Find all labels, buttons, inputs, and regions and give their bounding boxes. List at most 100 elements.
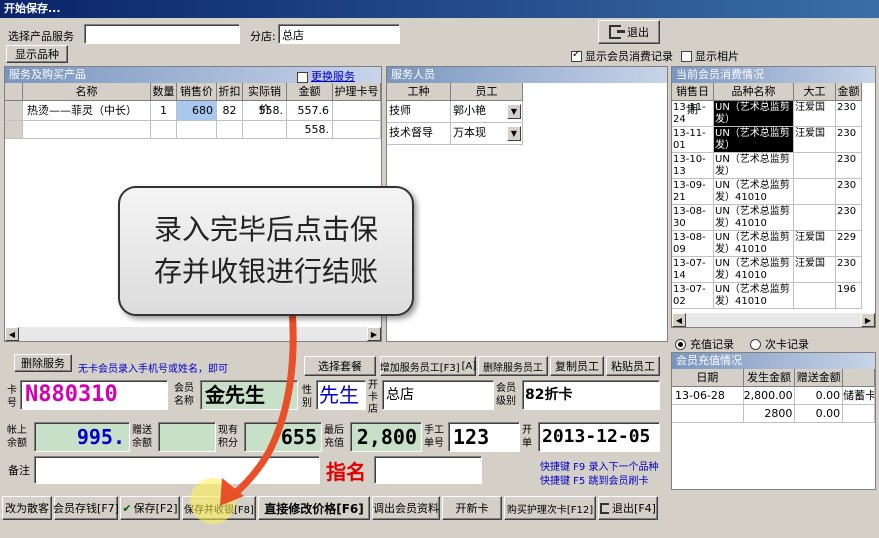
select-package-button[interactable]: 选择套餐 bbox=[304, 356, 376, 376]
radio-unselected-icon[interactable] bbox=[750, 338, 761, 350]
delete-staff-button[interactable]: 删除服务员工 bbox=[478, 356, 548, 376]
table-row[interactable]: 13-11-01 UN（艺术总监剪发） 汪爱国 230 bbox=[672, 127, 875, 153]
cell-amount[interactable]: 557.6 bbox=[287, 101, 333, 121]
radio-selected-icon[interactable] bbox=[675, 338, 686, 350]
balance-field[interactable]: 995. bbox=[34, 422, 130, 452]
col-amount[interactable]: 金额 bbox=[287, 83, 333, 101]
table-row[interactable]: 558. bbox=[5, 121, 381, 139]
cell-amount: 230 bbox=[836, 127, 862, 153]
history-header: 当前会员消费情况 bbox=[672, 67, 875, 83]
history-hscroll[interactable]: ◀ ▶ bbox=[672, 313, 875, 327]
gender-field[interactable]: 先生 bbox=[316, 380, 366, 410]
col-actual-price[interactable]: 实际销价 bbox=[243, 83, 287, 116]
staff-select[interactable]: 郭小艳 ▼ bbox=[451, 101, 523, 123]
cell-item: UN（艺术总监剪发） bbox=[714, 127, 794, 153]
cell-actual[interactable]: 558. bbox=[243, 101, 287, 121]
cell-name[interactable]: 热烫——菲灵（中长） bbox=[23, 101, 151, 121]
branch-input[interactable]: 总店 bbox=[278, 24, 400, 44]
col-date[interactable]: 销售日期 bbox=[672, 83, 714, 116]
checkbox-unchecked-icon[interactable] bbox=[297, 71, 308, 83]
product-input[interactable] bbox=[84, 24, 240, 44]
col-item[interactable]: 品种名称 bbox=[714, 83, 794, 101]
designate-field[interactable] bbox=[374, 456, 482, 484]
services-header-label: 服务及购买产品 bbox=[9, 68, 86, 81]
cell-amount: 2,800.00 bbox=[743, 387, 796, 405]
cell-qty bbox=[151, 121, 177, 139]
scroll-right-icon[interactable]: ▶ bbox=[861, 313, 875, 327]
services-hscroll[interactable]: ◀ ▶ bbox=[5, 327, 381, 341]
cell-qty[interactable]: 1 bbox=[151, 101, 177, 121]
dropdown-arrow-icon[interactable]: ▼ bbox=[507, 104, 521, 119]
last-recharge-field[interactable]: 2,800 bbox=[350, 422, 422, 452]
show-photos-label: 显示相片 bbox=[695, 50, 739, 63]
buy-care-card-button[interactable]: 购买护理次卡[F12] bbox=[504, 496, 596, 520]
new-card-button[interactable]: 开新卡 bbox=[442, 496, 502, 520]
staff-select[interactable]: 万本现 ▼ bbox=[451, 123, 523, 145]
balance-label: 帐上余额 bbox=[7, 425, 27, 449]
member-deposit-button[interactable]: 会员存钱[F7] bbox=[53, 496, 119, 520]
show-photos-toggle[interactable]: 显示相片 bbox=[681, 48, 739, 64]
card-number-field[interactable]: N880310 bbox=[20, 380, 168, 410]
table-row[interactable]: 热烫——菲灵（中长） 1 680 82 558. 557.6 bbox=[5, 101, 381, 121]
member-level-label: 会员级别 bbox=[496, 383, 516, 407]
dropdown-arrow-icon[interactable]: ▼ bbox=[507, 126, 521, 141]
load-member-button[interactable]: 调出会员资料 bbox=[372, 496, 440, 520]
table-row[interactable]: 技师 郭小艳 ▼ bbox=[387, 101, 667, 123]
scroll-left-icon[interactable]: ◀ bbox=[5, 327, 19, 341]
copy-staff-button[interactable]: 复制员工 bbox=[550, 356, 604, 376]
cell-discount[interactable]: 82 bbox=[217, 101, 243, 121]
table-row[interactable]: 13-11-24 UN（艺术总监剪发） 汪爱国 230 bbox=[672, 101, 875, 127]
col-discount[interactable]: 折扣 bbox=[217, 83, 243, 101]
col-qty[interactable]: 数量 bbox=[151, 83, 177, 101]
table-row[interactable]: 13-06-28 2,800.00 0.00 储蓄卡 bbox=[672, 387, 875, 405]
cell-care[interactable] bbox=[333, 101, 381, 121]
paste-staff-button[interactable]: 粘贴员工 bbox=[606, 356, 660, 376]
cell-worker: 汪爱国 bbox=[794, 101, 836, 127]
recharge-record-label: 充值记录 bbox=[690, 338, 734, 351]
cell-total: 558. bbox=[287, 121, 333, 139]
table-row[interactable]: 13-08-30 UN（艺术总监剪发）41010 230 bbox=[672, 205, 875, 231]
col-staff[interactable]: 员工 bbox=[451, 83, 523, 101]
checkbox-checked-icon[interactable] bbox=[571, 49, 582, 62]
walkin-button[interactable]: 改为散客 bbox=[2, 496, 52, 520]
history-grid-header: 销售日期 品种名称 大工 金额 bbox=[672, 83, 875, 116]
col-gift[interactable]: 赠送金额 bbox=[795, 369, 844, 387]
staff-header: 服务人员 bbox=[387, 67, 667, 83]
show-member-consumption-toggle[interactable]: 显示会员消费记录 bbox=[571, 48, 673, 64]
col-worker[interactable]: 大工 bbox=[794, 83, 836, 101]
col-date[interactable]: 日期 bbox=[672, 369, 744, 387]
cell-date: 13-11-01 bbox=[672, 127, 714, 153]
delete-service-button[interactable]: 删除服务 bbox=[14, 354, 72, 372]
recharge-record-radio[interactable]: 充值记录 bbox=[675, 336, 734, 352]
cell-price[interactable]: 680 bbox=[177, 101, 217, 121]
change-service-toggle[interactable]: 更换服务 bbox=[297, 69, 355, 85]
member-level-field[interactable]: 82折卡 bbox=[522, 380, 660, 410]
recharge-header: 会员充值情况 bbox=[672, 353, 875, 369]
table-row[interactable]: 2800 0.00 bbox=[672, 405, 875, 423]
checkbox-unchecked-icon[interactable] bbox=[681, 50, 692, 62]
col-amount[interactable]: 金额 bbox=[836, 83, 862, 101]
open-date-field[interactable]: 2013-12-05 bbox=[538, 422, 660, 452]
exit-top-button[interactable]: 退出 bbox=[598, 20, 660, 44]
open-store-field[interactable]: 总店 bbox=[382, 380, 494, 410]
col-care-card[interactable]: 护理卡号 bbox=[333, 83, 381, 101]
table-row[interactable]: 13-07-02 UN（艺术总监剪发）41010 196 bbox=[672, 283, 875, 309]
exit-bottom-button[interactable]: 退出[F4] bbox=[598, 496, 658, 520]
table-row[interactable]: 技术督导 万本现 ▼ bbox=[387, 123, 667, 145]
show-products-button[interactable]: 显示品种 bbox=[6, 45, 68, 63]
col-job[interactable]: 工种 bbox=[387, 83, 451, 101]
col-price[interactable]: 销售价 bbox=[177, 83, 217, 101]
table-row[interactable]: 13-10-13 UN（艺术总监剪发） 230 bbox=[672, 153, 875, 179]
manual-no-field[interactable]: 123 bbox=[448, 422, 520, 452]
save-button[interactable]: ✔ 保存[F2] bbox=[120, 496, 180, 520]
col-type[interactable] bbox=[843, 369, 875, 387]
add-staff-button[interactable]: 增加服务员工[F3] [A] bbox=[380, 356, 476, 376]
times-record-radio[interactable]: 次卡记录 bbox=[750, 336, 809, 352]
col-amount[interactable]: 发生金额 bbox=[743, 369, 796, 387]
scroll-right-icon[interactable]: ▶ bbox=[367, 327, 381, 341]
scroll-left-icon[interactable]: ◀ bbox=[672, 313, 686, 327]
col-name[interactable]: 名称 bbox=[23, 83, 151, 101]
table-row[interactable]: 13-09-21 UN（艺术总监剪发）41010 230 bbox=[672, 179, 875, 205]
table-row[interactable]: 13-08-09 UN（艺术总监剪发）41010 汪爱国 229 bbox=[672, 231, 875, 257]
table-row[interactable]: 13-07-14 UN（艺术总监剪发）41010 汪爱国 230 bbox=[672, 257, 875, 283]
